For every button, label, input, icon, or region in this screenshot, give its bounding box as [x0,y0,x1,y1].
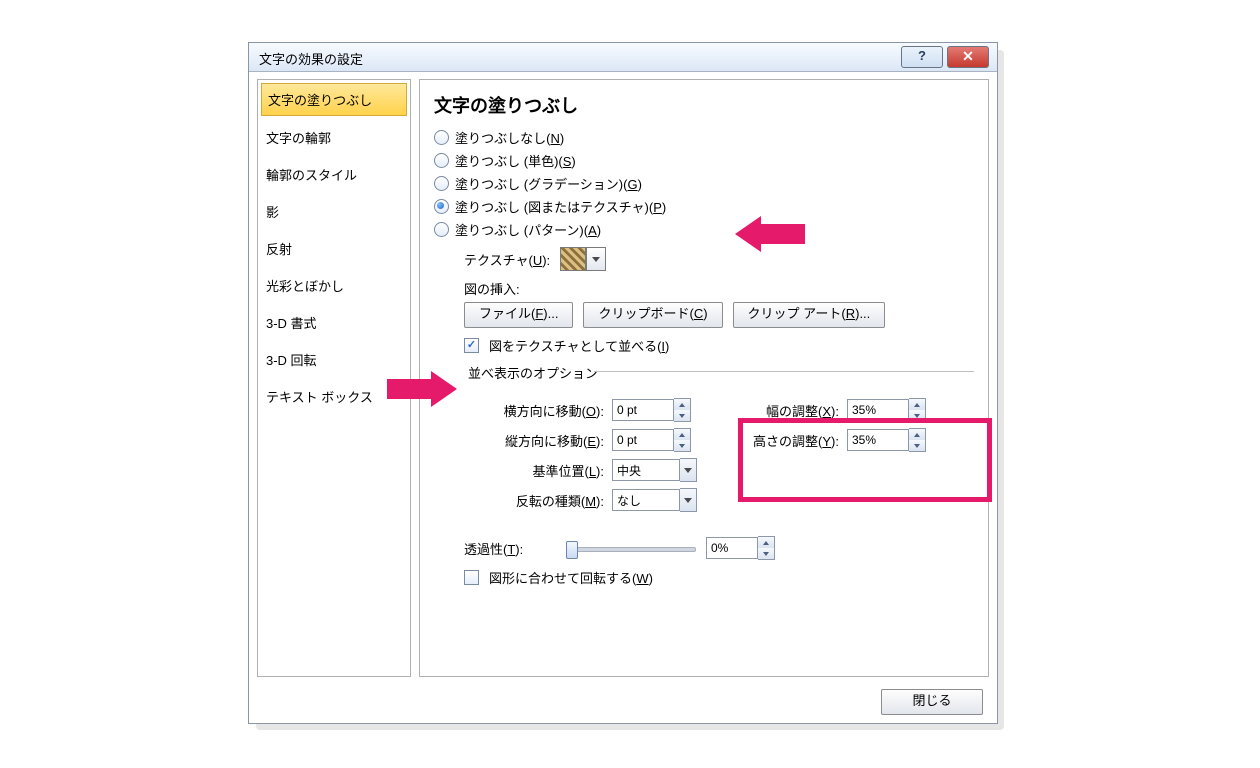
tiling-options-legend: 並べ表示のオプション [464,363,602,382]
scale-y-spinner[interactable] [909,428,926,452]
radio-pattern-fill[interactable] [434,222,449,237]
window-title: 文字の効果の設定 [259,49,363,68]
radio-solid-fill[interactable] [434,153,449,168]
alignment-select[interactable] [612,459,680,481]
sidebar-item-fill[interactable]: 文字の塗りつぶし [261,83,407,116]
dialog-window: 文字の効果の設定 ? ✕ 文字の塗りつぶし 文字の輪郭 輪郭のスタイル 影 反射… [248,42,998,724]
sidebar-item-glow[interactable]: 光彩とぼかし [258,267,410,304]
radio-no-fill[interactable] [434,130,449,145]
transparency-slider[interactable] [566,538,696,558]
close-button[interactable]: ✕ [947,46,989,68]
sidebar-item-textbox[interactable]: テキスト ボックス [258,378,410,415]
rotate-with-shape-label: 図形に合わせて回転する(W) [489,568,653,587]
scale-y-label: 高さの調整(Y): [719,431,847,450]
transparency-input[interactable] [706,537,758,559]
close-dialog-button[interactable]: 閉じる [881,689,983,715]
scale-y-input[interactable] [847,429,909,451]
radio-pattern-fill-label: 塗りつぶし (パターン)(A) [455,220,601,239]
mirror-type-dropdown[interactable] [680,488,697,512]
content-panel: 文字の塗りつぶし 塗りつぶしなし(N) 塗りつぶし (単色)(S) 塗りつぶし … [419,79,989,677]
offset-x-input[interactable] [612,399,674,421]
offset-y-spinner[interactable] [674,428,691,452]
insert-from-clipart-button[interactable]: クリップ アート(R)... [733,302,886,328]
offset-x-spinner[interactable] [674,398,691,422]
alignment-label: 基準位置(L): [464,461,612,480]
panel-heading: 文字の塗りつぶし [434,92,974,118]
radio-solid-fill-label: 塗りつぶし (単色)(S) [455,151,576,170]
texture-swatch [560,247,586,271]
sidebar-item-3d-format[interactable]: 3-D 書式 [258,304,410,341]
sidebar-item-reflection[interactable]: 反射 [258,230,410,267]
mirror-type-label: 反転の種類(M): [464,491,612,510]
sidebar: 文字の塗りつぶし 文字の輪郭 輪郭のスタイル 影 反射 光彩とぼかし 3-D 書… [257,79,411,677]
sidebar-item-shadow[interactable]: 影 [258,193,410,230]
insert-from-clipboard-button[interactable]: クリップボード(C) [583,302,722,328]
offset-y-input[interactable] [612,429,674,451]
tile-as-texture-checkbox[interactable] [464,338,479,353]
title-bar: 文字の効果の設定 ? ✕ [249,43,997,72]
mirror-type-select[interactable] [612,489,680,511]
alignment-dropdown[interactable] [680,458,697,482]
texture-dropdown[interactable] [586,247,606,271]
radio-gradient-fill-label: 塗りつぶし (グラデーション)(G) [455,174,642,193]
scale-x-spinner[interactable] [909,398,926,422]
radio-no-fill-label: 塗りつぶしなし(N) [455,128,564,147]
radio-picture-fill[interactable] [434,199,449,214]
sidebar-item-outline-style[interactable]: 輪郭のスタイル [258,156,410,193]
tile-as-texture-label: 図をテクスチャとして並べる(I) [489,336,669,355]
texture-label: テクスチャ(U): [464,250,550,269]
insert-picture-label: 図の挿入: [464,279,520,298]
transparency-spinner[interactable] [758,536,775,560]
radio-gradient-fill[interactable] [434,176,449,191]
scale-x-input[interactable] [847,399,909,421]
dialog-footer: 閉じる [249,683,997,723]
offset-x-label: 横方向に移動(O): [464,401,612,420]
insert-from-file-button[interactable]: ファイル(F)... [464,302,573,328]
scale-x-label: 幅の調整(X): [719,401,847,420]
tiling-options-fieldset: 並べ表示のオプション 横方向に移動(O): 縦方向に移動(E): [464,363,974,518]
chevron-down-icon [592,257,600,262]
sidebar-item-outline[interactable]: 文字の輪郭 [258,119,410,156]
help-button[interactable]: ? [901,46,943,68]
rotate-with-shape-checkbox[interactable] [464,570,479,585]
transparency-label: 透過性(T): [464,539,556,558]
radio-picture-fill-label: 塗りつぶし (図またはテクスチャ)(P) [455,197,666,216]
sidebar-item-3d-rotation[interactable]: 3-D 回転 [258,341,410,378]
offset-y-label: 縦方向に移動(E): [464,431,612,450]
